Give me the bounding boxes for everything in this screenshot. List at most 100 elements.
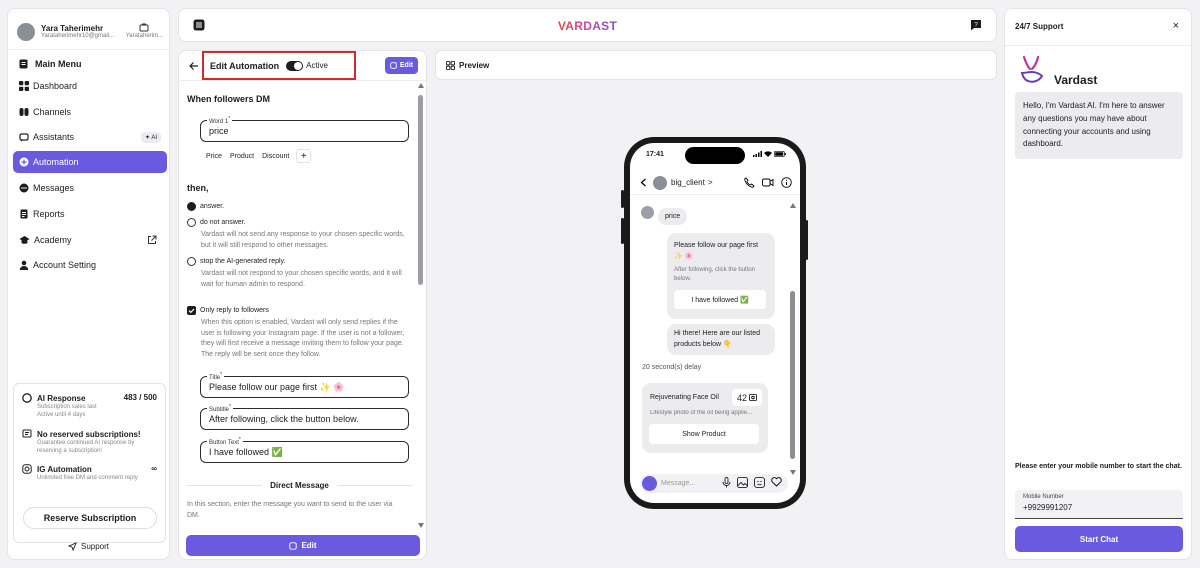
chat-back-icon[interactable] <box>640 178 647 187</box>
sidebar-item-automation[interactable]: Automation <box>13 151 167 173</box>
sidebar-item-label: Assistants <box>33 132 75 142</box>
title-input[interactable]: Title* Please follow our page first ✨ 🌸 <box>200 372 409 398</box>
start-chat-button[interactable]: Start Chat <box>1015 526 1183 552</box>
direct-message-divider: Direct Message <box>187 481 412 490</box>
option-desc: When this option is enabled, Vardast wil… <box>201 319 405 358</box>
message-placeholder: Message... <box>661 480 696 487</box>
infinity-icon: ∞ <box>151 464 157 473</box>
title-field-label: Title* <box>207 372 225 381</box>
scroll-thumb[interactable] <box>418 95 423 285</box>
sidebar-item-assistants[interactable]: Assistants ✦ AI <box>13 126 167 148</box>
sidebar-item-label: Reports <box>33 209 65 219</box>
subtitle-input[interactable]: Subtitle* After following, click the but… <box>200 404 409 430</box>
microphone-icon[interactable] <box>722 477 731 488</box>
heart-icon[interactable] <box>771 477 782 487</box>
product-image-count: 42 <box>732 389 762 406</box>
sidebar-item-messages[interactable]: Messages <box>13 177 167 199</box>
edit-button-small[interactable]: Edit <box>385 57 418 74</box>
sidebar-item-label: Messages <box>33 183 75 193</box>
message-input[interactable]: Message... <box>640 474 788 493</box>
user-email: Yarataherimehr10@gmail... <box>41 33 115 40</box>
account-switcher[interactable]: Yarataherim... <box>126 22 163 39</box>
briefcase-icon <box>139 23 149 32</box>
phone-scroll-thumb[interactable] <box>790 291 795 459</box>
scroll-down-icon[interactable] <box>418 523 424 528</box>
video-call-icon[interactable] <box>762 177 774 188</box>
title-field-label-text: Title <box>209 375 221 381</box>
radio-icon[interactable] <box>187 218 196 227</box>
option-answer[interactable]: answer. <box>187 202 405 211</box>
chat-avatar[interactable] <box>653 175 667 190</box>
main-menu-title: Main Menu <box>19 59 82 69</box>
option-stop-ai-reply[interactable]: stop the AI-generated reply. Vardast wil… <box>187 257 405 290</box>
back-arrow-icon[interactable] <box>189 61 199 71</box>
chat-username[interactable]: big_client <box>671 178 705 187</box>
mobile-field-value: +9929991207 <box>1023 503 1073 512</box>
show-product-button[interactable]: Show Product <box>649 424 759 444</box>
option-do-not-answer[interactable]: do not answer. Vardast will not send any… <box>187 218 405 251</box>
messages-icon <box>19 183 29 193</box>
sidebar-item-label: Automation <box>33 157 79 167</box>
chip-discount[interactable]: Discount <box>259 151 292 162</box>
button-text-value: I have followed ✅ <box>209 446 283 457</box>
then-label: then, <box>187 183 209 193</box>
radio-checked-icon[interactable] <box>187 202 196 211</box>
phone-call-icon[interactable] <box>744 177 755 188</box>
user-profile[interactable]: Yara Taherimehr Yarataherimehr10@gmail..… <box>17 18 163 46</box>
user-avatar <box>641 206 654 219</box>
gallery-icon[interactable] <box>737 477 748 488</box>
chip-price[interactable]: Price <box>203 151 225 162</box>
follow-card-button[interactable]: I have followed ✅ <box>674 290 766 309</box>
dynamic-island <box>685 147 745 164</box>
support-panel: 24/7 Support × Vardast Hello, I'm Vardas… <box>1004 8 1192 560</box>
delay-label: 20 second(s) delay <box>642 364 702 371</box>
active-toggle[interactable] <box>286 60 304 71</box>
add-chip-button[interactable]: + <box>296 149 312 163</box>
word-value: price <box>209 126 229 136</box>
info-icon[interactable] <box>781 177 792 188</box>
product-count: 42 <box>736 392 747 403</box>
word-input[interactable]: Word 1* price <box>200 116 409 142</box>
sidebar-item-account-setting[interactable]: Account Setting <box>13 254 167 276</box>
sticker-icon[interactable] <box>754 477 765 488</box>
button-text-input[interactable]: Button Text* I have followed ✅ <box>200 437 409 463</box>
radio-icon[interactable] <box>187 257 196 266</box>
title-value: Please follow our page first ✨ 🌸 <box>209 381 345 392</box>
scroll-up-icon[interactable] <box>418 83 424 88</box>
product-description: Lifestyle photo of the oil being applie.… <box>650 410 753 416</box>
ai-badge-label: AI <box>151 134 157 141</box>
mobile-number-input[interactable]: Mobile Number +9929991207 <box>1015 490 1183 519</box>
support-link[interactable]: Support <box>8 542 169 551</box>
vardast-logo-icon <box>1020 55 1044 83</box>
edit-button[interactable]: Edit <box>186 535 420 556</box>
sidebar-item-dashboard[interactable]: Dashboard <box>13 75 167 97</box>
dm-description: In this section, enter the message you w… <box>187 501 393 519</box>
input-actions <box>722 477 782 488</box>
assistant-icon <box>19 133 29 142</box>
divider <box>8 49 169 50</box>
editor-title: Edit Automation <box>210 60 280 71</box>
phone-scroll-up-icon[interactable] <box>790 203 796 208</box>
edit-icon <box>289 541 298 550</box>
followers-only-option[interactable]: Only reply to followers When this option… <box>187 306 405 360</box>
product-name: Rejuvenating Face Oil <box>650 394 719 401</box>
signal-icon <box>753 151 762 157</box>
help-chat-icon[interactable]: ? <box>970 19 982 31</box>
checkbox-checked-icon[interactable] <box>187 306 196 315</box>
brand-logo: VARDAST <box>179 19 996 33</box>
keyword-chips: Price Product Discount + <box>203 149 312 163</box>
close-icon[interactable]: × <box>1173 20 1179 32</box>
camera-icon[interactable] <box>642 476 657 491</box>
editor-scrollbar[interactable] <box>418 83 424 528</box>
sidebar-item-reports[interactable]: Reports <box>13 203 167 225</box>
phone-scroll-down-icon[interactable] <box>790 470 796 475</box>
external-link-icon[interactable] <box>147 235 157 245</box>
word-field-label: Word 1* <box>207 116 233 125</box>
chip-product[interactable]: Product <box>227 151 257 162</box>
sidebar-item-academy[interactable]: Academy <box>13 229 167 251</box>
reserve-subscription-button[interactable]: Reserve Subscription <box>23 507 157 529</box>
sidebar-item-channels[interactable]: Channels <box>13 101 167 123</box>
phone-scrollbar[interactable] <box>790 203 796 475</box>
reserved-subscription-notice: No reserved subscriptions! Guarantee con… <box>22 429 157 455</box>
option-desc: Vardast will not respond to your chosen … <box>201 270 402 288</box>
